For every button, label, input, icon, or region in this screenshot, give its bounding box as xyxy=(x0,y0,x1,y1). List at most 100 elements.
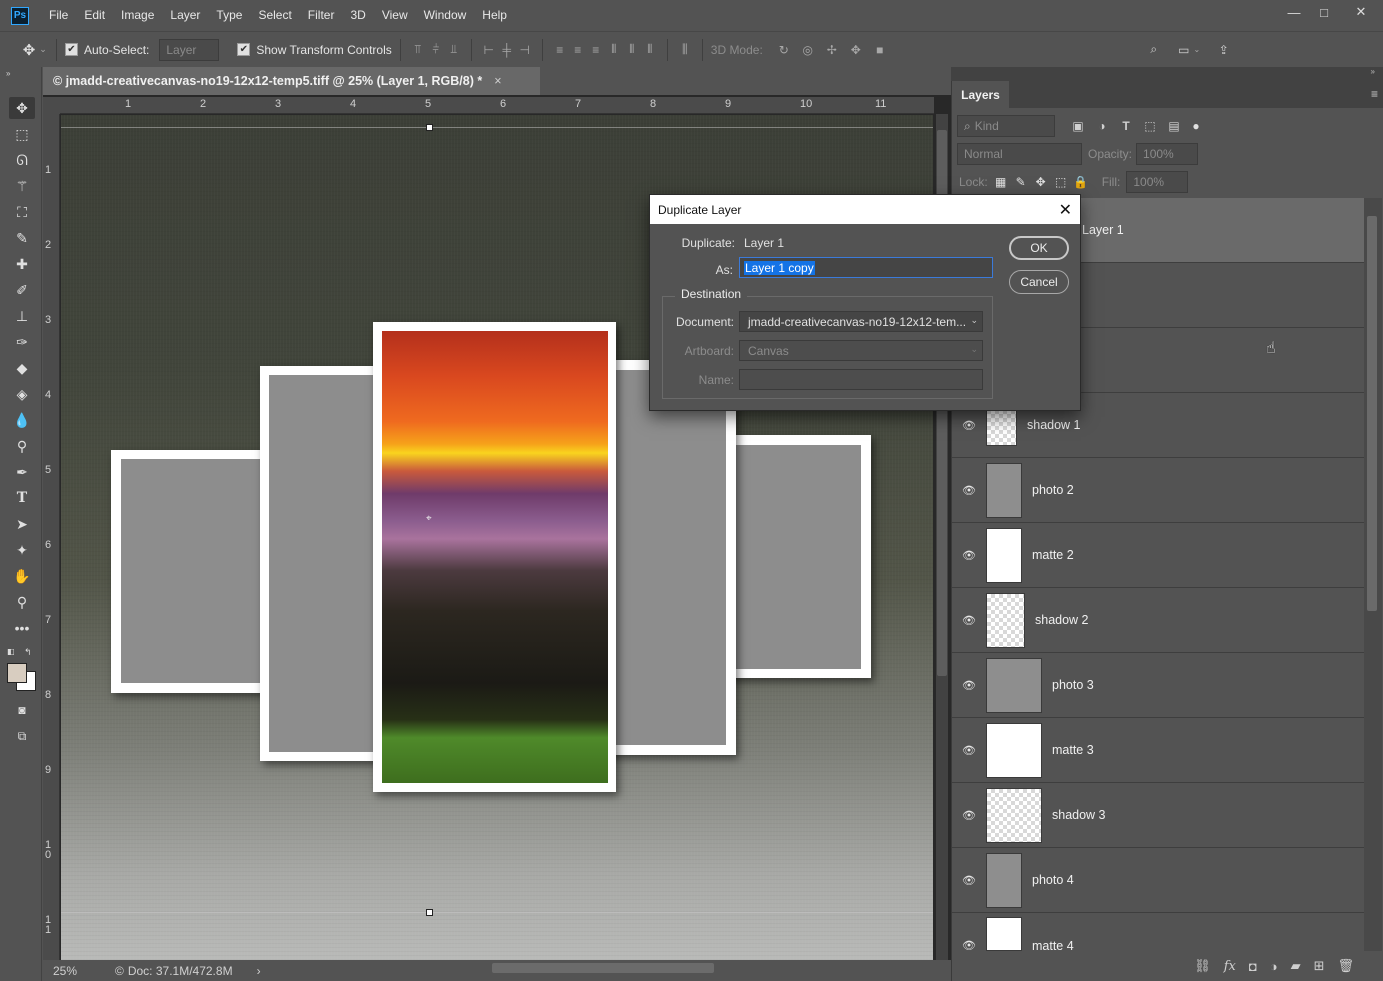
lock-image-icon[interactable]: ✎ xyxy=(1012,173,1030,191)
opacity-input[interactable]: 100% xyxy=(1136,143,1199,165)
lasso-tool-icon[interactable]: ᘏ xyxy=(9,149,35,171)
align-top-icon[interactable]: ⫪ xyxy=(409,41,427,59)
menu-image[interactable]: Image xyxy=(113,0,162,31)
blend-mode-dropdown[interactable]: Normal xyxy=(957,143,1082,165)
search-icon[interactable]: ⌕ xyxy=(1145,41,1163,59)
eye-icon[interactable]: 👁 xyxy=(952,679,986,692)
3d-slide-icon[interactable]: ✥ xyxy=(847,41,865,59)
vertical-ruler[interactable]: 1 2 3 4 5 6 7 8 9 1 0 1 1 xyxy=(43,114,60,960)
expand-panels-icon[interactable]: » xyxy=(6,69,10,78)
default-colors-icon[interactable]: ◧ xyxy=(7,647,15,656)
filter-adjustment-icon[interactable]: ◑ xyxy=(1093,117,1111,135)
align-bottom-icon[interactable]: ⫫ xyxy=(445,41,463,59)
new-group-icon[interactable]: ▰ xyxy=(1291,958,1301,974)
new-layer-icon[interactable]: ⊞ xyxy=(1314,958,1325,974)
menu-select[interactable]: Select xyxy=(250,0,299,31)
menu-file[interactable]: File xyxy=(41,0,76,31)
brush-tool-icon[interactable]: ✐ xyxy=(9,279,35,301)
layer-row[interactable]: 👁 photo 2 xyxy=(952,458,1364,523)
layer-row[interactable]: 👁 shadow 3 xyxy=(952,783,1364,848)
link-layers-icon[interactable]: ⛓ xyxy=(1194,958,1211,974)
chevron-down-icon[interactable]: ⌄ xyxy=(1193,41,1201,59)
tab-layers[interactable]: Layers xyxy=(952,81,1009,108)
blur-tool-icon[interactable]: 💧 xyxy=(9,409,35,431)
distribute-bottom-icon[interactable]: ≡ xyxy=(587,41,605,59)
filter-smart-object-icon[interactable]: ▤ xyxy=(1165,117,1183,135)
eye-icon[interactable]: 👁 xyxy=(952,614,986,627)
close-icon[interactable]: ✕ xyxy=(1059,200,1072,220)
show-transform-checkbox[interactable]: ✔ xyxy=(237,43,251,56)
type-tool-icon[interactable]: T xyxy=(9,487,35,509)
lock-artboard-icon[interactable]: ⬚ xyxy=(1052,173,1070,191)
align-left-icon[interactable]: ⊢ xyxy=(480,41,498,59)
auto-select-target-dropdown[interactable]: Layer xyxy=(159,38,220,61)
menu-edit[interactable]: Edit xyxy=(76,0,113,31)
as-name-input[interactable]: Layer 1 copy xyxy=(739,257,993,278)
3d-orbit-icon[interactable]: ↻ xyxy=(775,41,793,59)
ok-button[interactable]: OK xyxy=(1009,236,1069,260)
doc-info[interactable]: Doc: 37.1M/472.8M xyxy=(128,964,233,978)
distribute-left-icon[interactable]: ⦀ xyxy=(605,41,623,59)
layer-style-icon[interactable]: fx xyxy=(1224,959,1236,974)
collapse-icon[interactable]: » xyxy=(1371,67,1375,76)
menu-help[interactable]: Help xyxy=(474,0,515,31)
horizontal-ruler[interactable]: 1 2 3 4 5 6 7 8 9 10 11 xyxy=(60,97,934,114)
eyedropper-tool-icon[interactable]: ✎ xyxy=(9,227,35,249)
layer-row[interactable]: 👁 matte 2 xyxy=(952,523,1364,588)
transform-handle[interactable] xyxy=(426,909,433,916)
auto-align-icon[interactable]: ⫼ xyxy=(676,41,694,59)
chevron-down-icon[interactable]: ⌄ xyxy=(38,41,48,59)
sunset-photo[interactable] xyxy=(382,331,608,783)
close-icon[interactable]: × xyxy=(494,74,501,88)
add-mask-icon[interactable]: ◘ xyxy=(1249,959,1257,974)
lock-all-icon[interactable]: 🔒 xyxy=(1072,173,1090,191)
paint-bucket-tool-icon[interactable]: ◈ xyxy=(9,383,35,405)
lock-transparent-icon[interactable]: ▦ xyxy=(992,173,1010,191)
healing-brush-tool-icon[interactable]: ✚ xyxy=(9,253,35,275)
custom-shape-tool-icon[interactable]: ✦ xyxy=(9,539,35,561)
eye-icon[interactable]: 👁 xyxy=(952,809,986,822)
screen-mode-icon[interactable]: ⧉ xyxy=(9,725,35,747)
fill-input[interactable]: 100% xyxy=(1126,171,1189,193)
transform-handle[interactable] xyxy=(426,124,433,131)
share-icon[interactable]: ⇪ xyxy=(1215,41,1233,59)
document-dropdown[interactable]: jmadd-creativecanvas-no19-12x12-tem... ⌄ xyxy=(739,311,983,332)
swap-colors-icon[interactable]: ↰ xyxy=(24,647,32,658)
layer-row[interactable]: 👁 shadow 2 xyxy=(952,588,1364,653)
eye-icon[interactable]: 👁 xyxy=(952,874,986,887)
more-tools-icon[interactable]: ••• xyxy=(9,617,35,639)
align-hcenter-icon[interactable]: ╪ xyxy=(498,41,516,59)
distribute-top-icon[interactable]: ≡ xyxy=(551,41,569,59)
eye-icon[interactable]: 👁 xyxy=(952,419,986,432)
eye-icon[interactable]: 👁 xyxy=(952,549,986,562)
dodge-tool-icon[interactable]: ⚲ xyxy=(9,435,35,457)
menu-type[interactable]: Type xyxy=(208,0,250,31)
eye-icon[interactable]: 👁 xyxy=(952,744,986,757)
menu-layer[interactable]: Layer xyxy=(162,0,208,31)
adjustment-layer-icon[interactable]: ◑ xyxy=(1270,959,1278,974)
layer-row[interactable]: 👁 photo 4 xyxy=(952,848,1364,913)
hand-tool-icon[interactable]: ✋ xyxy=(9,565,35,587)
panel-menu-icon[interactable]: ≡ xyxy=(1371,87,1378,101)
clone-stamp-tool-icon[interactable]: ⊥ xyxy=(9,305,35,327)
filter-toggle-icon[interactable]: ● xyxy=(1187,117,1205,135)
restore-button[interactable]: □ xyxy=(1309,0,1339,24)
align-vcenter-icon[interactable]: ⫩ xyxy=(427,41,445,59)
menu-window[interactable]: Window xyxy=(416,0,475,31)
magic-wand-tool-icon[interactable]: ⚚ xyxy=(9,175,35,197)
align-right-icon[interactable]: ⊣ xyxy=(516,41,534,59)
cancel-button[interactable]: Cancel xyxy=(1009,270,1069,294)
filter-pixel-icon[interactable]: ▣ xyxy=(1069,117,1087,135)
workspace-icon[interactable]: ▭ xyxy=(1175,41,1193,59)
menu-3d[interactable]: 3D xyxy=(342,0,373,31)
crop-tool-icon[interactable]: ⛶ xyxy=(9,201,35,223)
eye-icon[interactable]: 👁 xyxy=(952,939,986,951)
filter-shape-icon[interactable]: ⬚ xyxy=(1141,117,1159,135)
distribute-vcenter-icon[interactable]: ≡ xyxy=(569,41,587,59)
3d-pan-icon[interactable]: ✢ xyxy=(823,41,841,59)
zoom-tool-icon[interactable]: ⚲ xyxy=(9,591,35,613)
pen-tool-icon[interactable]: ✒ xyxy=(9,461,35,483)
minimize-button[interactable]: — xyxy=(1279,0,1309,24)
history-brush-tool-icon[interactable]: ✑ xyxy=(9,331,35,353)
zoom-level[interactable]: 25% xyxy=(53,964,109,978)
